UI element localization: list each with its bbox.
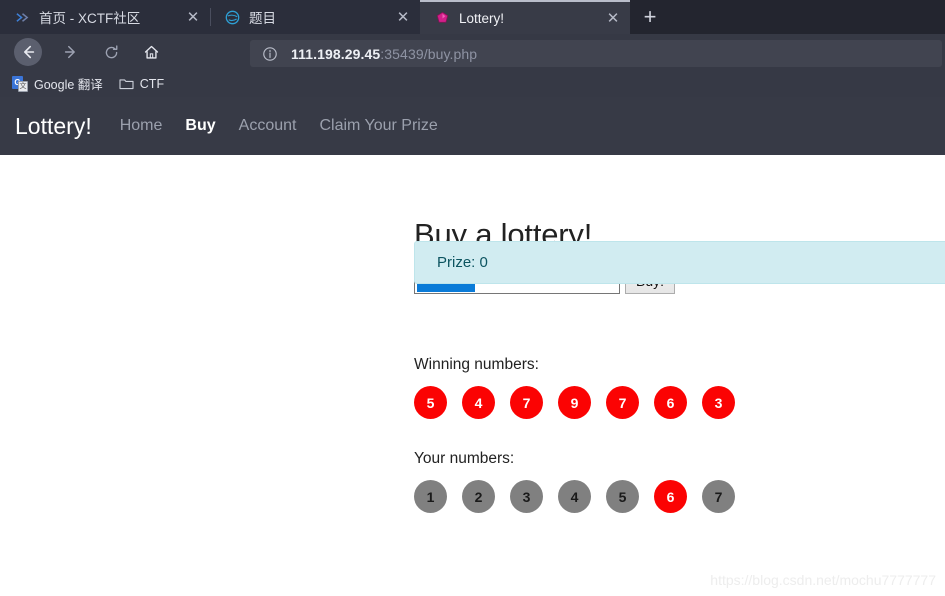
- google-translate-badge-cn: 文: [18, 80, 28, 92]
- nav-link-claim-your-prize[interactable]: Claim Your Prize: [319, 117, 437, 135]
- browser-window: 首页 - XCTF社区 ✕ 题目 ✕ Lottery! ✕ + 111.198.…: [0, 0, 945, 596]
- winning-numbers-label: Winning numbers:: [414, 356, 539, 373]
- winning-numbers-list: 5 4 7 9 7 6 3: [414, 386, 945, 419]
- tab-title: 题目: [249, 11, 276, 26]
- winning-ball: 4: [462, 386, 495, 419]
- your-ball-matched: 6: [654, 480, 687, 513]
- close-icon[interactable]: ✕: [392, 6, 414, 28]
- winning-ball: 7: [510, 386, 543, 419]
- watermark: https://blog.csdn.net/mochu7777777: [710, 572, 936, 588]
- prize-alert: Prize: 0: [414, 241, 945, 284]
- new-tab-button[interactable]: +: [630, 0, 670, 34]
- your-ball: 1: [414, 480, 447, 513]
- page-content: Buy a lottery! 1234567 Buy! Winning numb…: [0, 155, 945, 513]
- bookmark-ctf-folder[interactable]: CTF: [115, 75, 172, 93]
- page-viewport: Lottery! Home Buy Account Claim Your Pri…: [0, 97, 945, 596]
- nav-link-buy[interactable]: Buy: [185, 117, 215, 135]
- xctf-icon: [14, 9, 30, 25]
- winning-ball: 7: [606, 386, 639, 419]
- your-ball: 3: [510, 480, 543, 513]
- winning-ball: 6: [654, 386, 687, 419]
- back-button[interactable]: [14, 38, 42, 66]
- gem-icon: [434, 10, 450, 26]
- browser-tab-2[interactable]: Lottery! ✕: [420, 0, 630, 34]
- url-text: 111.198.29.45:35439/buy.php: [291, 46, 477, 62]
- bookmark-label: CTF: [139, 76, 165, 91]
- your-ball: 5: [606, 480, 639, 513]
- reload-button[interactable]: [96, 37, 126, 67]
- site-brand[interactable]: Lottery!: [15, 113, 92, 140]
- your-numbers-list: 1 2 3 4 5 6 7: [414, 480, 945, 513]
- google-translate-icon: G 文: [12, 75, 28, 92]
- bookmarks-bar: G 文 Google 翻译 CTF: [0, 70, 945, 97]
- winning-ball: 9: [558, 386, 591, 419]
- close-icon[interactable]: ✕: [602, 7, 624, 29]
- address-bar[interactable]: 111.198.29.45:35439/buy.php: [250, 40, 942, 67]
- site-navbar: Lottery! Home Buy Account Claim Your Pri…: [0, 97, 945, 155]
- home-button[interactable]: [136, 37, 166, 67]
- your-numbers-label: Your numbers:: [414, 450, 515, 467]
- winning-ball: 3: [702, 386, 735, 419]
- bookmark-google-translate[interactable]: G 文 Google 翻译: [8, 72, 111, 95]
- tab-title: 首页 - XCTF社区: [39, 11, 141, 26]
- tab-strip: 首页 - XCTF社区 ✕ 题目 ✕ Lottery! ✕ +: [0, 0, 945, 34]
- forward-button[interactable]: [56, 37, 86, 67]
- close-icon[interactable]: ✕: [182, 6, 204, 28]
- bookmark-label: Google 翻译: [34, 78, 103, 92]
- folder-icon: [119, 77, 134, 90]
- info-circle-icon[interactable]: [262, 46, 278, 62]
- nav-link-home[interactable]: Home: [120, 117, 163, 135]
- winning-ball: 5: [414, 386, 447, 419]
- url-path: :35439/buy.php: [380, 45, 478, 62]
- nav-link-account[interactable]: Account: [239, 117, 297, 135]
- browser-tab-0[interactable]: 首页 - XCTF社区 ✕: [0, 0, 210, 34]
- globe-icon: [224, 9, 240, 25]
- your-ball: 7: [702, 480, 735, 513]
- browser-tab-1[interactable]: 题目 ✕: [210, 0, 420, 34]
- your-ball: 4: [558, 480, 591, 513]
- tab-title: Lottery!: [459, 10, 505, 26]
- your-ball: 2: [462, 480, 495, 513]
- url-host: 111.198.29.45: [291, 45, 381, 62]
